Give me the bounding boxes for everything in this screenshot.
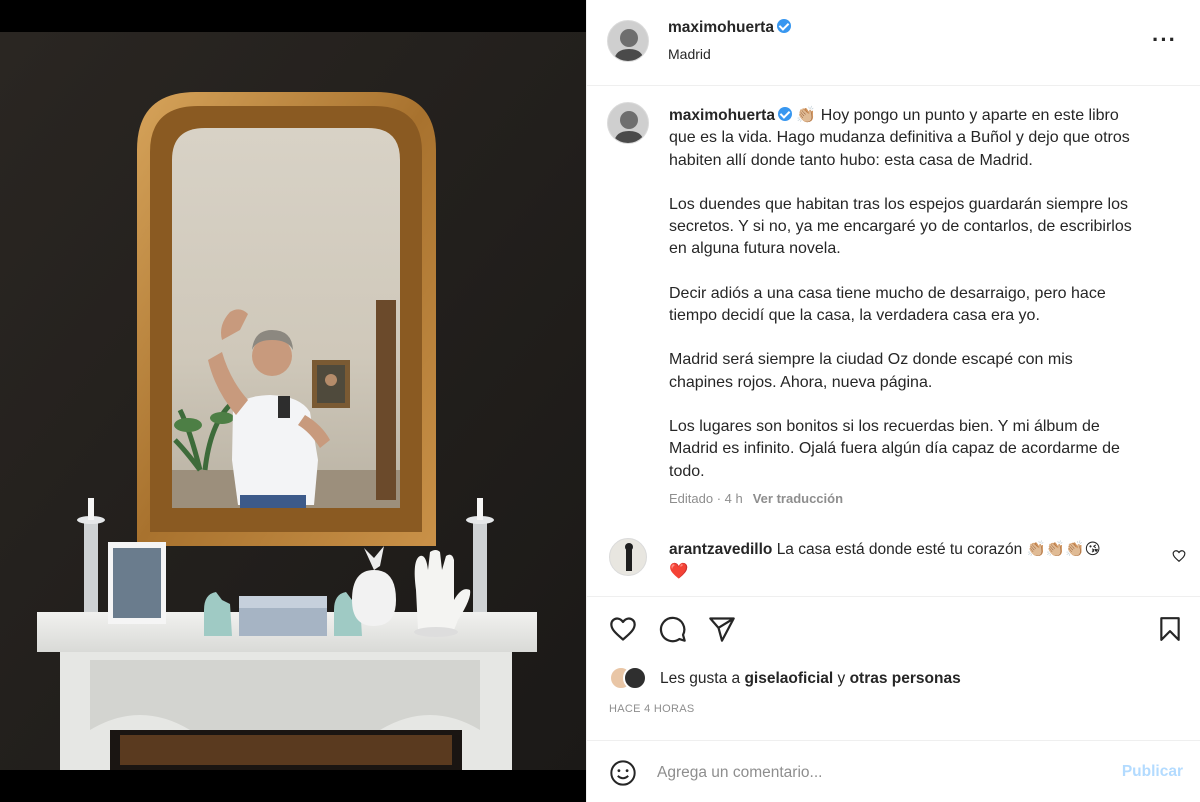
post-photo[interactable] (0, 0, 586, 802)
liker-username[interactable]: giselaoficial (744, 670, 833, 687)
post-location[interactable]: Madrid (668, 46, 711, 62)
caption-line-2: que es la vida. Hago mudanza definitiva … (669, 129, 1130, 147)
caption-line-1: Hoy pongo un punto y aparte en este libr… (820, 107, 1119, 124)
instagram-post-view: maximohuerta Madrid ··· maximohuerta 👏🏼 … (0, 0, 1200, 802)
comment-heart-emoji: ❤️ (669, 563, 689, 580)
author-name-row: maximohuerta (668, 19, 791, 37)
comment: arantzavedillo La casa está donde esté t… (669, 539, 1149, 583)
post-detail-panel: maximohuerta Madrid ··· maximohuerta 👏🏼 … (586, 0, 1200, 802)
likes-text: Les gusta a giselaoficial y otras person… (660, 670, 961, 688)
bookmark-icon[interactable] (1157, 615, 1183, 643)
caption-paragraph: Los duendes que habitan tras los espejos… (669, 195, 1132, 258)
caption-author-avatar[interactable] (607, 102, 649, 144)
likes-prefix: Les gusta a (660, 670, 741, 687)
heart-icon[interactable] (608, 615, 638, 643)
add-comment-bar: Publicar (587, 740, 1200, 802)
post-caption: maximohuerta 👏🏼 Hoy pongo un punto y apa… (669, 105, 1169, 483)
post-header: maximohuerta Madrid ··· (587, 0, 1200, 86)
commenter-username[interactable]: arantzavedillo (669, 541, 772, 558)
edited-time: Editado · 4 h (669, 491, 743, 506)
see-translation-link[interactable]: Ver traducción (753, 491, 843, 506)
caption-paragraph: Los lugares son bonitos si los recuerdas… (669, 417, 1120, 480)
comment-input[interactable] (657, 761, 1097, 785)
share-icon[interactable] (707, 615, 737, 643)
more-options-icon[interactable]: ··· (1152, 29, 1177, 51)
mirror-fireplace-photo (0, 0, 586, 802)
author-avatar[interactable] (607, 20, 649, 62)
liker-avatar (623, 666, 647, 690)
likes-connector: y (837, 670, 846, 687)
caption-paragraph: Decir adiós a una casa tiene mucho de de… (669, 284, 1106, 325)
caption-line-3: habiten allí donde tanto hubo: esta casa… (669, 151, 1033, 169)
commenter-avatar[interactable] (609, 538, 647, 576)
verified-badge-icon (776, 19, 791, 33)
publish-button[interactable]: Publicar (1122, 763, 1183, 781)
verified-badge-icon (777, 107, 792, 121)
author-username[interactable]: maximohuerta (668, 19, 774, 36)
caption-meta: Editado · 4 h Ver traducción (669, 491, 843, 506)
caption-paragraph: Madrid será siempre la ciudad Oz donde e… (669, 351, 1073, 391)
comment-like-heart-icon[interactable] (1172, 549, 1186, 563)
comment-emojis: 👏🏼👏🏼👏🏼😘 (1026, 541, 1101, 558)
caption-emoji: 👏🏼 (796, 107, 817, 124)
comment-icon[interactable] (658, 615, 688, 643)
other-likers-link[interactable]: otras personas (850, 670, 961, 687)
action-bar (587, 596, 1200, 658)
comment-text: La casa está donde esté tu corazón (776, 541, 1023, 558)
caption-username[interactable]: maximohuerta (669, 107, 775, 124)
emoji-icon[interactable] (609, 759, 637, 787)
post-timestamp[interactable]: HACE 4 HORAS (609, 703, 695, 715)
